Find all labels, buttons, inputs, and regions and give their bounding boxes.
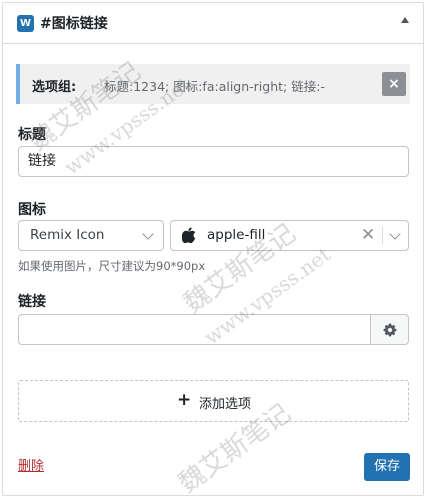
link-settings-button[interactable]: [370, 314, 409, 345]
chevron-down-icon: [142, 228, 154, 240]
option-group-summary[interactable]: 选项组: 标题:1234; 图标:fa:align-right; 链接:- ×: [16, 64, 410, 104]
summary-text: 标题:1234; 图标:fa:align-right; 链接:-: [104, 79, 325, 94]
link-label: 链接: [18, 294, 46, 310]
collapse-arrow-icon[interactable]: [401, 17, 409, 23]
clear-icon[interactable]: ✕: [361, 225, 375, 245]
apple-icon: [182, 227, 196, 243]
icon-library-select[interactable]: Remix Icon: [18, 220, 164, 251]
remove-button[interactable]: ×: [382, 72, 406, 96]
chevron-down-icon[interactable]: [389, 228, 401, 240]
title-label: 标题: [18, 127, 46, 143]
select-divider: [382, 227, 383, 244]
save-button[interactable]: 保存: [364, 453, 410, 481]
add-option-label: 添加选项: [199, 397, 252, 412]
icon-label: 图标: [18, 202, 46, 218]
logo-icon: W: [17, 15, 34, 32]
icon-select[interactable]: apple-fill ✕: [170, 220, 409, 251]
summary-label: 选项组:: [32, 80, 77, 95]
link-input[interactable]: [18, 314, 370, 345]
plus-icon: +: [177, 390, 192, 410]
icon-library-value: Remix Icon: [30, 227, 105, 243]
panel-header[interactable]: W #图标链接: [3, 3, 423, 44]
icon-hint: 如果使用图片，尺寸建议为90*90px: [18, 259, 206, 273]
title-input[interactable]: 链接: [18, 146, 409, 177]
add-option-button[interactable]: + 添加选项: [18, 380, 409, 422]
gear-icon: [383, 323, 397, 337]
icon-value: apple-fill: [207, 227, 266, 243]
panel-title: #图标链接: [40, 16, 108, 32]
delete-link[interactable]: 删除: [18, 455, 44, 474]
